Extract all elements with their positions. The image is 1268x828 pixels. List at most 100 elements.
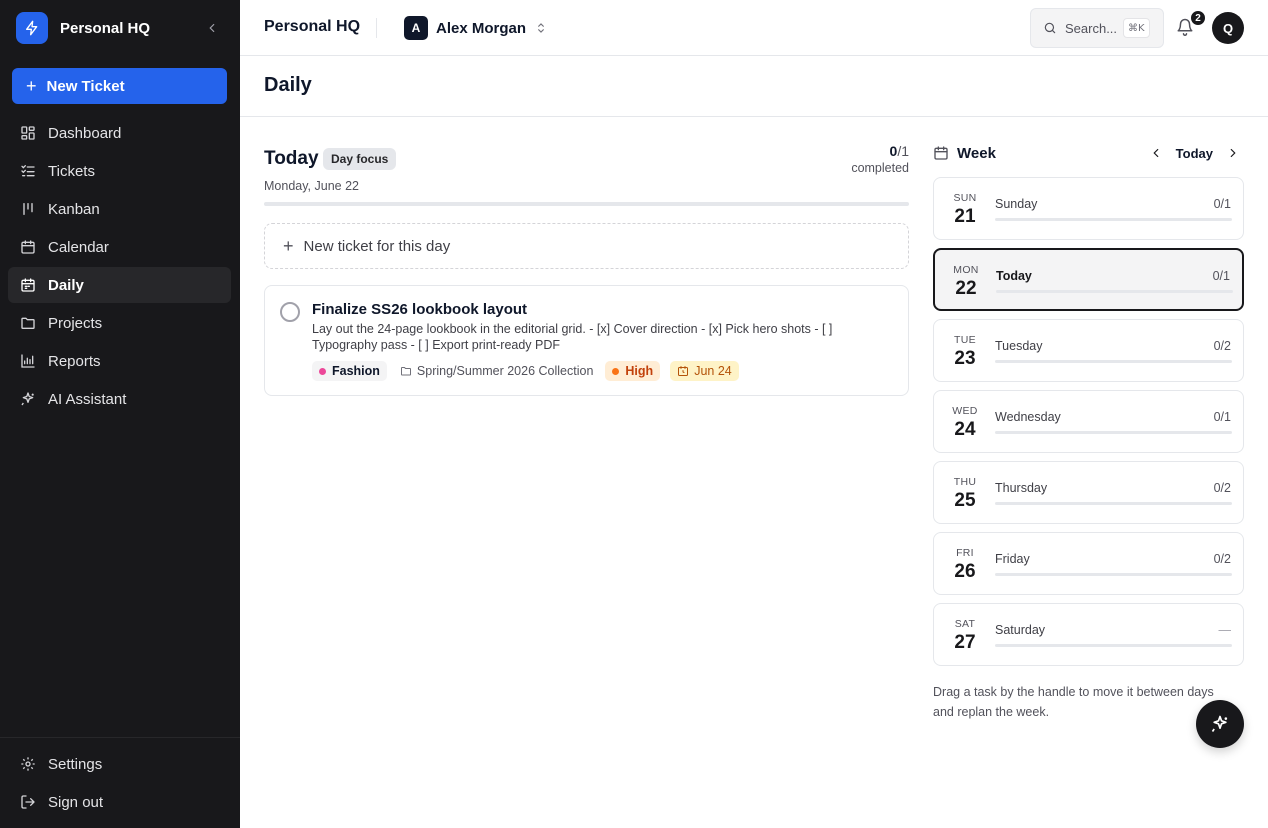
plus-icon: + [283,235,294,256]
sign-out-icon [20,794,36,810]
new-ticket-label: New Ticket [46,77,125,95]
chevron-left-icon [1153,148,1159,158]
sidebar-item-label: Projects [48,314,103,332]
day-progress-bar [995,431,1232,434]
day-abbr: TUE [954,334,976,346]
new-ticket-for-day-label: New ticket for this day [303,237,451,255]
sidebar-item-label: Calendar [48,238,109,256]
day-abbr: WED [952,405,978,417]
user-name: Alex Morgan [436,19,527,37]
sidebar-item-label: AI Assistant [48,390,127,408]
search-shortcut: ⌘K [1123,18,1150,38]
sidebar-item-reports[interactable]: Reports [8,343,231,379]
day-name: Saturday [995,623,1046,637]
day-number: 26 [954,561,976,582]
task-project[interactable]: Spring/Summer 2026 Collection [400,364,593,378]
calendar-icon [20,239,36,255]
day-count: 0/1 [1213,410,1231,424]
day-count: 0/1 [1213,197,1231,211]
calendar-day-icon [20,277,36,293]
search-icon [1044,22,1056,34]
notification-count-badge: 2 [1190,10,1206,26]
grid-icon [20,125,36,141]
sidebar-item-sign-out[interactable]: Sign out [8,784,232,820]
plus-icon: + [26,76,37,96]
day-abbr: SAT [954,618,976,630]
previous-week-button[interactable] [1145,142,1167,164]
day-abbr: THU [953,476,977,488]
priority-dot [612,367,620,375]
day-card-monday[interactable]: MON 22 Today 0/1 [933,248,1244,311]
sidebar-item-label: Dashboard [48,124,122,142]
day-abbr: FRI [956,547,974,559]
ai-assistant-button[interactable] [1196,700,1244,748]
brand: Personal HQ [16,12,224,44]
total-number: /1 [897,143,909,159]
sidebar-item-projects[interactable]: Projects [8,305,231,341]
sidebar-item-kanban[interactable]: Kanban [8,191,231,227]
search-placeholder: Search... [1065,20,1118,36]
user-switcher[interactable]: A Alex Morgan [404,16,548,40]
today-button[interactable]: Today [1176,146,1213,161]
priority-badge: High [605,361,661,381]
chevron-right-icon [1230,148,1236,158]
day-count: 0/2 [1213,481,1231,495]
sidebar-item-calendar[interactable]: Calendar [8,229,231,265]
tag-color-dot [319,367,326,375]
new-ticket-button[interactable]: + New Ticket [12,68,227,104]
task-card[interactable]: Finalize SS26 lookbook layout Lay out th… [264,285,909,396]
task-complete-checkbox[interactable] [280,302,300,322]
collapse-sidebar-button[interactable] [204,20,220,36]
sidebar-item-label: Sign out [48,793,104,811]
lightning-icon [16,12,48,44]
sidebar-item-label: Daily [48,276,84,294]
chevron-up-down-icon [534,21,548,35]
sidebar-item-daily[interactable]: Daily [8,267,231,303]
sidebar-item-settings[interactable]: Settings [8,746,232,782]
search-input[interactable]: Search... ⌘K [1030,8,1164,48]
day-card-wednesday[interactable]: WED 24 Wednesday 0/1 [933,390,1244,453]
day-card-friday[interactable]: FRI 26 Friday 0/2 [933,532,1244,595]
today-progress-bar [264,202,909,206]
task-title: Finalize SS26 lookbook layout [312,301,528,318]
day-number: 24 [954,419,976,440]
today-title: Today [264,148,319,169]
day-name: Today [996,269,1032,283]
day-number: 23 [954,348,976,369]
day-number: 22 [955,278,977,299]
sidebar-item-label: Tickets [48,162,95,180]
user-initial-badge: A [404,16,428,40]
today-date: Monday, June 22 [264,179,359,193]
header-title: Personal HQ [264,18,361,35]
avatar[interactable]: Q [1212,12,1244,44]
day-card-tuesday[interactable]: TUE 23 Tuesday 0/2 [933,319,1244,382]
day-card-thursday[interactable]: THU 25 Thursday 0/2 [933,461,1244,524]
priority-label: High [625,364,654,378]
new-ticket-for-day-button[interactable]: + New ticket for this day [264,223,909,269]
checklist-icon [20,163,36,179]
day-progress-bar [995,360,1232,363]
week-header: Week Today [933,140,1244,166]
gear-icon [20,756,36,772]
week-title: Week [957,144,996,162]
sidebar-footer: Settings Sign out [0,737,240,822]
sidebar-item-dashboard[interactable]: Dashboard [8,115,231,151]
task-tag-label: Fashion [332,364,380,378]
next-week-button[interactable] [1222,142,1244,164]
day-progress-bar [996,290,1233,293]
sidebar-item-label: Kanban [48,200,100,218]
top-header: Personal HQ A Alex Morgan Search... ⌘K 2… [240,0,1268,56]
sidebar-item-tickets[interactable]: Tickets [8,153,231,189]
sparkles-icon [1211,715,1228,732]
day-name: Friday [995,552,1030,566]
page-title: Daily [264,74,312,96]
task-tag: Fashion [312,361,387,381]
bar-chart-icon [20,353,36,369]
day-number: 21 [954,206,976,227]
sidebar-item-ai-assistant[interactable]: AI Assistant [8,381,231,417]
due-date-label: Jun 24 [694,364,732,378]
day-progress-bar [995,644,1232,647]
day-abbr: MON [953,264,979,276]
day-card-sunday[interactable]: SUN 21 Sunday 0/1 [933,177,1244,240]
day-card-saturday[interactable]: SAT 27 Saturday — [933,603,1244,666]
